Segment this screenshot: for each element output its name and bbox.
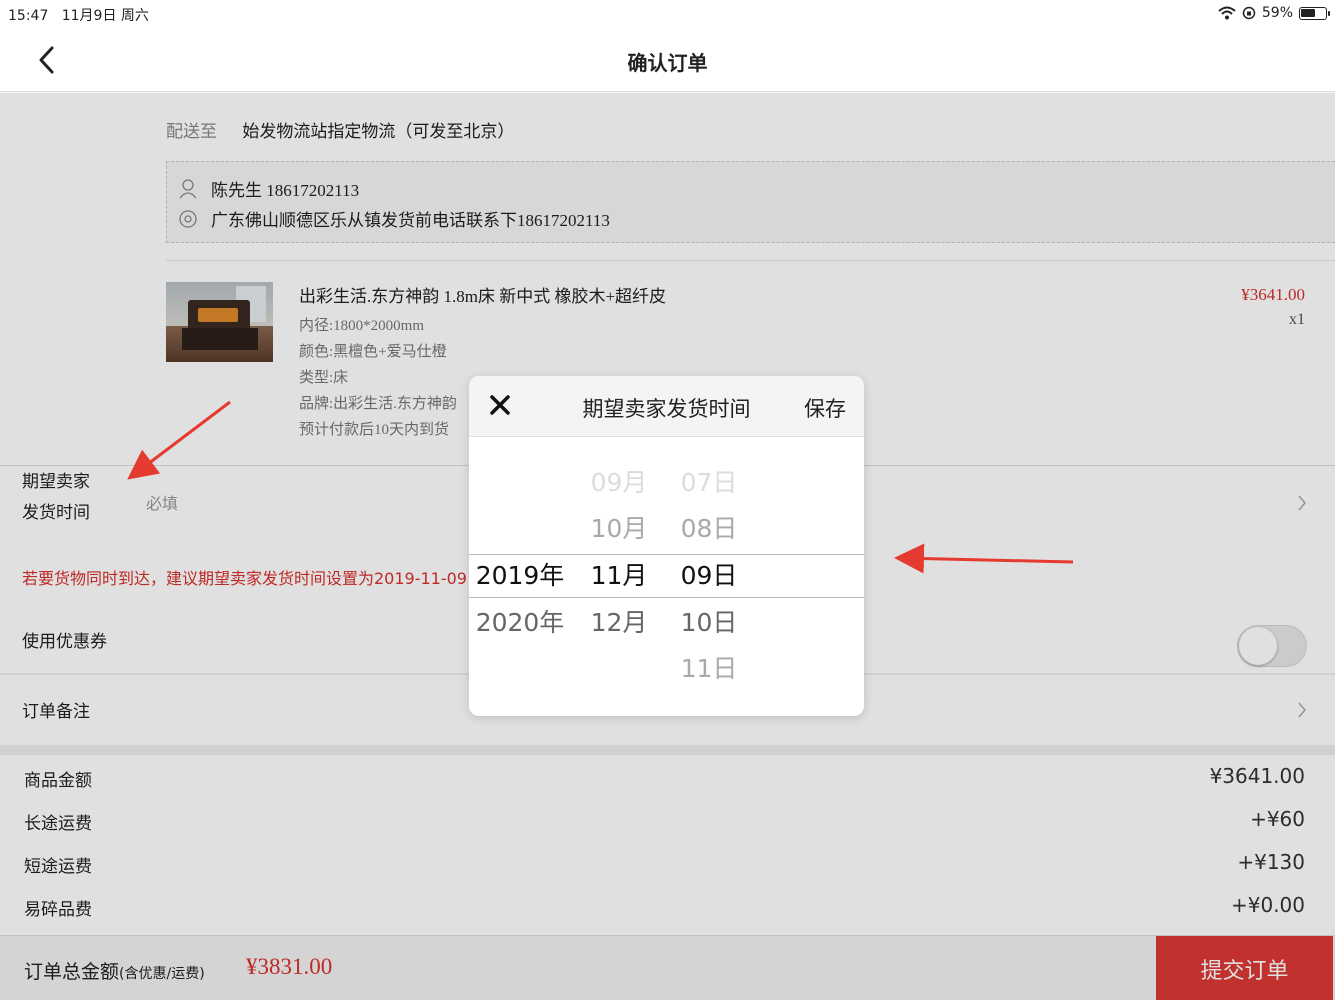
picker-option[interactable]: 10月 xyxy=(571,509,667,549)
picker-month-column[interactable]: 09月 10月 11月 12月 xyxy=(571,437,667,716)
orientation-lock-icon xyxy=(1242,6,1256,20)
picker-option[interactable]: 08日 xyxy=(667,509,751,549)
status-bar: 15:47 11月9日 周六 59% xyxy=(0,0,1335,28)
wifi-icon xyxy=(1218,6,1236,20)
picker-option[interactable]: 09日 xyxy=(667,556,751,596)
picker-option[interactable]: 2020年 xyxy=(469,603,571,643)
status-date: 11月9日 周六 xyxy=(61,8,149,24)
picker-day-column[interactable]: 07日 08日 09日 10日 11日 xyxy=(667,437,751,716)
nav-bar: 确认订单 xyxy=(0,28,1335,92)
picker-option[interactable]: 09月 xyxy=(571,463,667,503)
picker-option[interactable]: 07日 xyxy=(667,463,751,503)
picker-year-column[interactable]: 2019年 2020年 xyxy=(469,437,571,716)
status-time-date: 15:47 11月9日 周六 xyxy=(8,5,149,25)
picker-option[interactable]: 11月 xyxy=(571,556,667,596)
status-indicators: 59% xyxy=(1218,5,1330,21)
date-picker: 2019年 2020年 09月 10月 11月 12月 07日 08日 09日 … xyxy=(469,437,864,716)
picker-option[interactable]: 11日 xyxy=(667,649,751,689)
picker-option[interactable]: 2019年 xyxy=(469,556,571,596)
picker-option[interactable]: 10日 xyxy=(667,603,751,643)
page-title: 确认订单 xyxy=(627,51,708,75)
battery-icon xyxy=(1299,6,1330,20)
modal-save-button[interactable]: 保存 xyxy=(804,393,846,423)
battery-percent: 59% xyxy=(1261,5,1293,21)
ship-time-modal: 期望卖家发货时间 保存 2019年 2020年 09月 10月 11月 12月 … xyxy=(469,376,864,716)
picker-option[interactable]: 12月 xyxy=(571,603,667,643)
modal-header: 期望卖家发货时间 保存 xyxy=(469,376,864,437)
status-time: 15:47 xyxy=(8,8,49,24)
